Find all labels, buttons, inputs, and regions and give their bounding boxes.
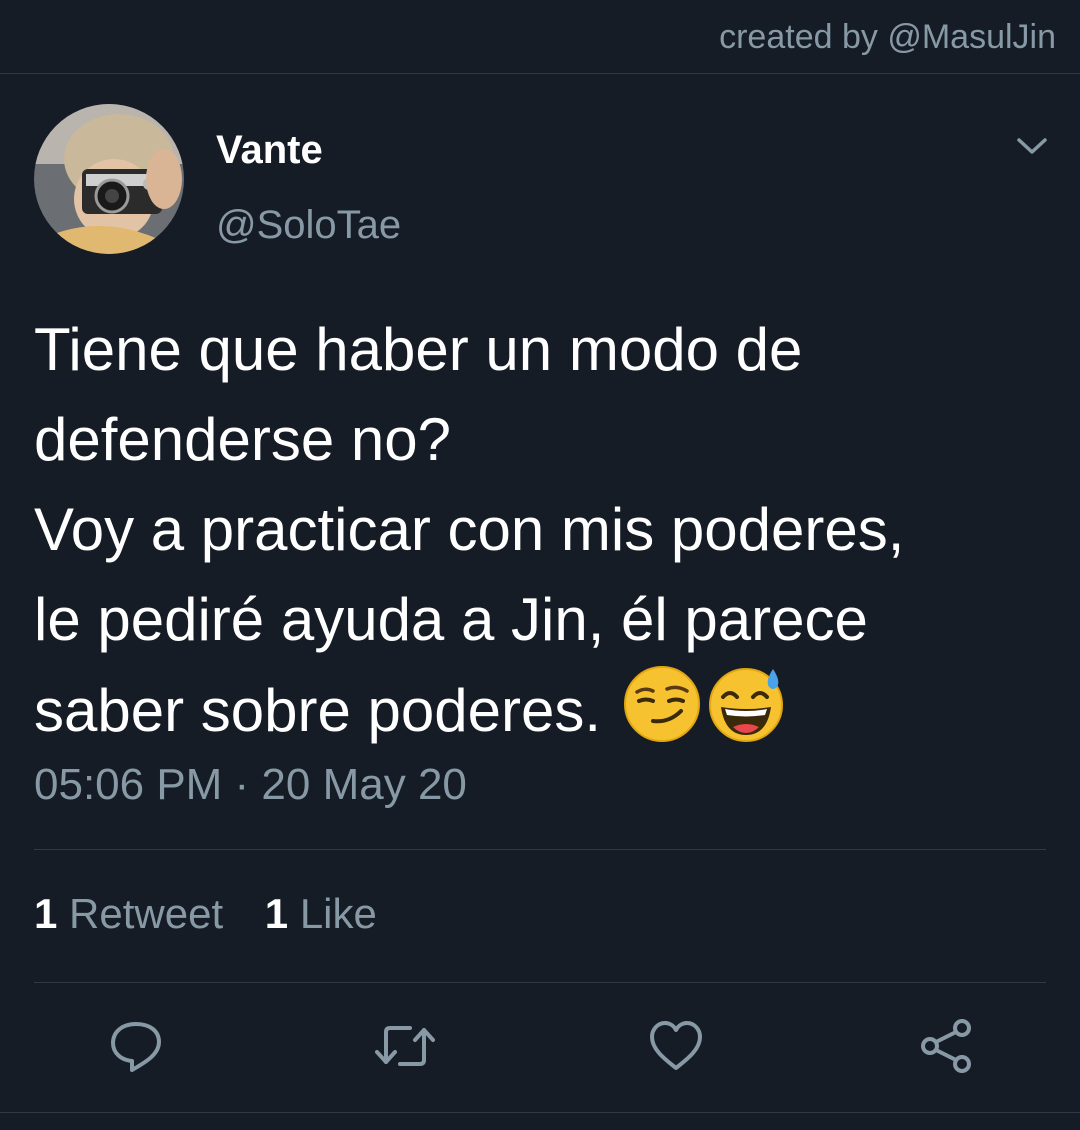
user-handle[interactable]: @SoloTae — [216, 203, 401, 248]
top-bar: created by @MasulJin — [0, 0, 1080, 74]
retweet-stat[interactable]: 1 Retweet — [34, 890, 223, 937]
share-icon[interactable] — [918, 1018, 974, 1074]
credit-text: created by @MasulJin — [719, 18, 1056, 56]
avatar-photo-icon — [34, 104, 184, 254]
retweet-icon[interactable] — [374, 1018, 435, 1074]
grinning-face-with-sweat-icon — [707, 665, 785, 768]
tweet-stats: 1 Retweet 1 Like — [34, 890, 407, 938]
retweet-label: Retweet — [69, 890, 224, 937]
avatar[interactable] — [34, 104, 184, 254]
like-stat[interactable]: 1 Like — [265, 890, 377, 937]
divider — [34, 982, 1046, 983]
like-icon[interactable] — [648, 1018, 704, 1074]
tweet-text: Tiene que haber un modo de defenderse no… — [34, 305, 1064, 768]
display-name[interactable]: Vante — [216, 128, 323, 173]
divider — [34, 849, 1046, 850]
tweet-timestamp[interactable]: 05:06 PM · 20 May 20 — [34, 760, 467, 810]
like-count: 1 — [264, 890, 289, 937]
tweet-line: Tiene que haber un modo de — [34, 316, 803, 383]
chevron-down-icon[interactable] — [1014, 132, 1050, 160]
tweet-line: le pediré ayuda a Jin, él parece — [34, 586, 868, 653]
tweet-line-last: saber sobre poderes. — [34, 665, 1064, 768]
reply-icon[interactable] — [108, 1018, 164, 1074]
retweet-count: 1 — [34, 890, 58, 937]
tweet-line: saber sobre poderes. — [34, 677, 602, 744]
tweet-line: Voy a practicar con mis poderes, — [34, 496, 905, 563]
tweet-line: defenderse no? — [34, 406, 452, 473]
smirking-face-icon — [623, 665, 701, 768]
bottom-divider — [0, 1112, 1080, 1113]
like-label: Like — [299, 890, 377, 937]
